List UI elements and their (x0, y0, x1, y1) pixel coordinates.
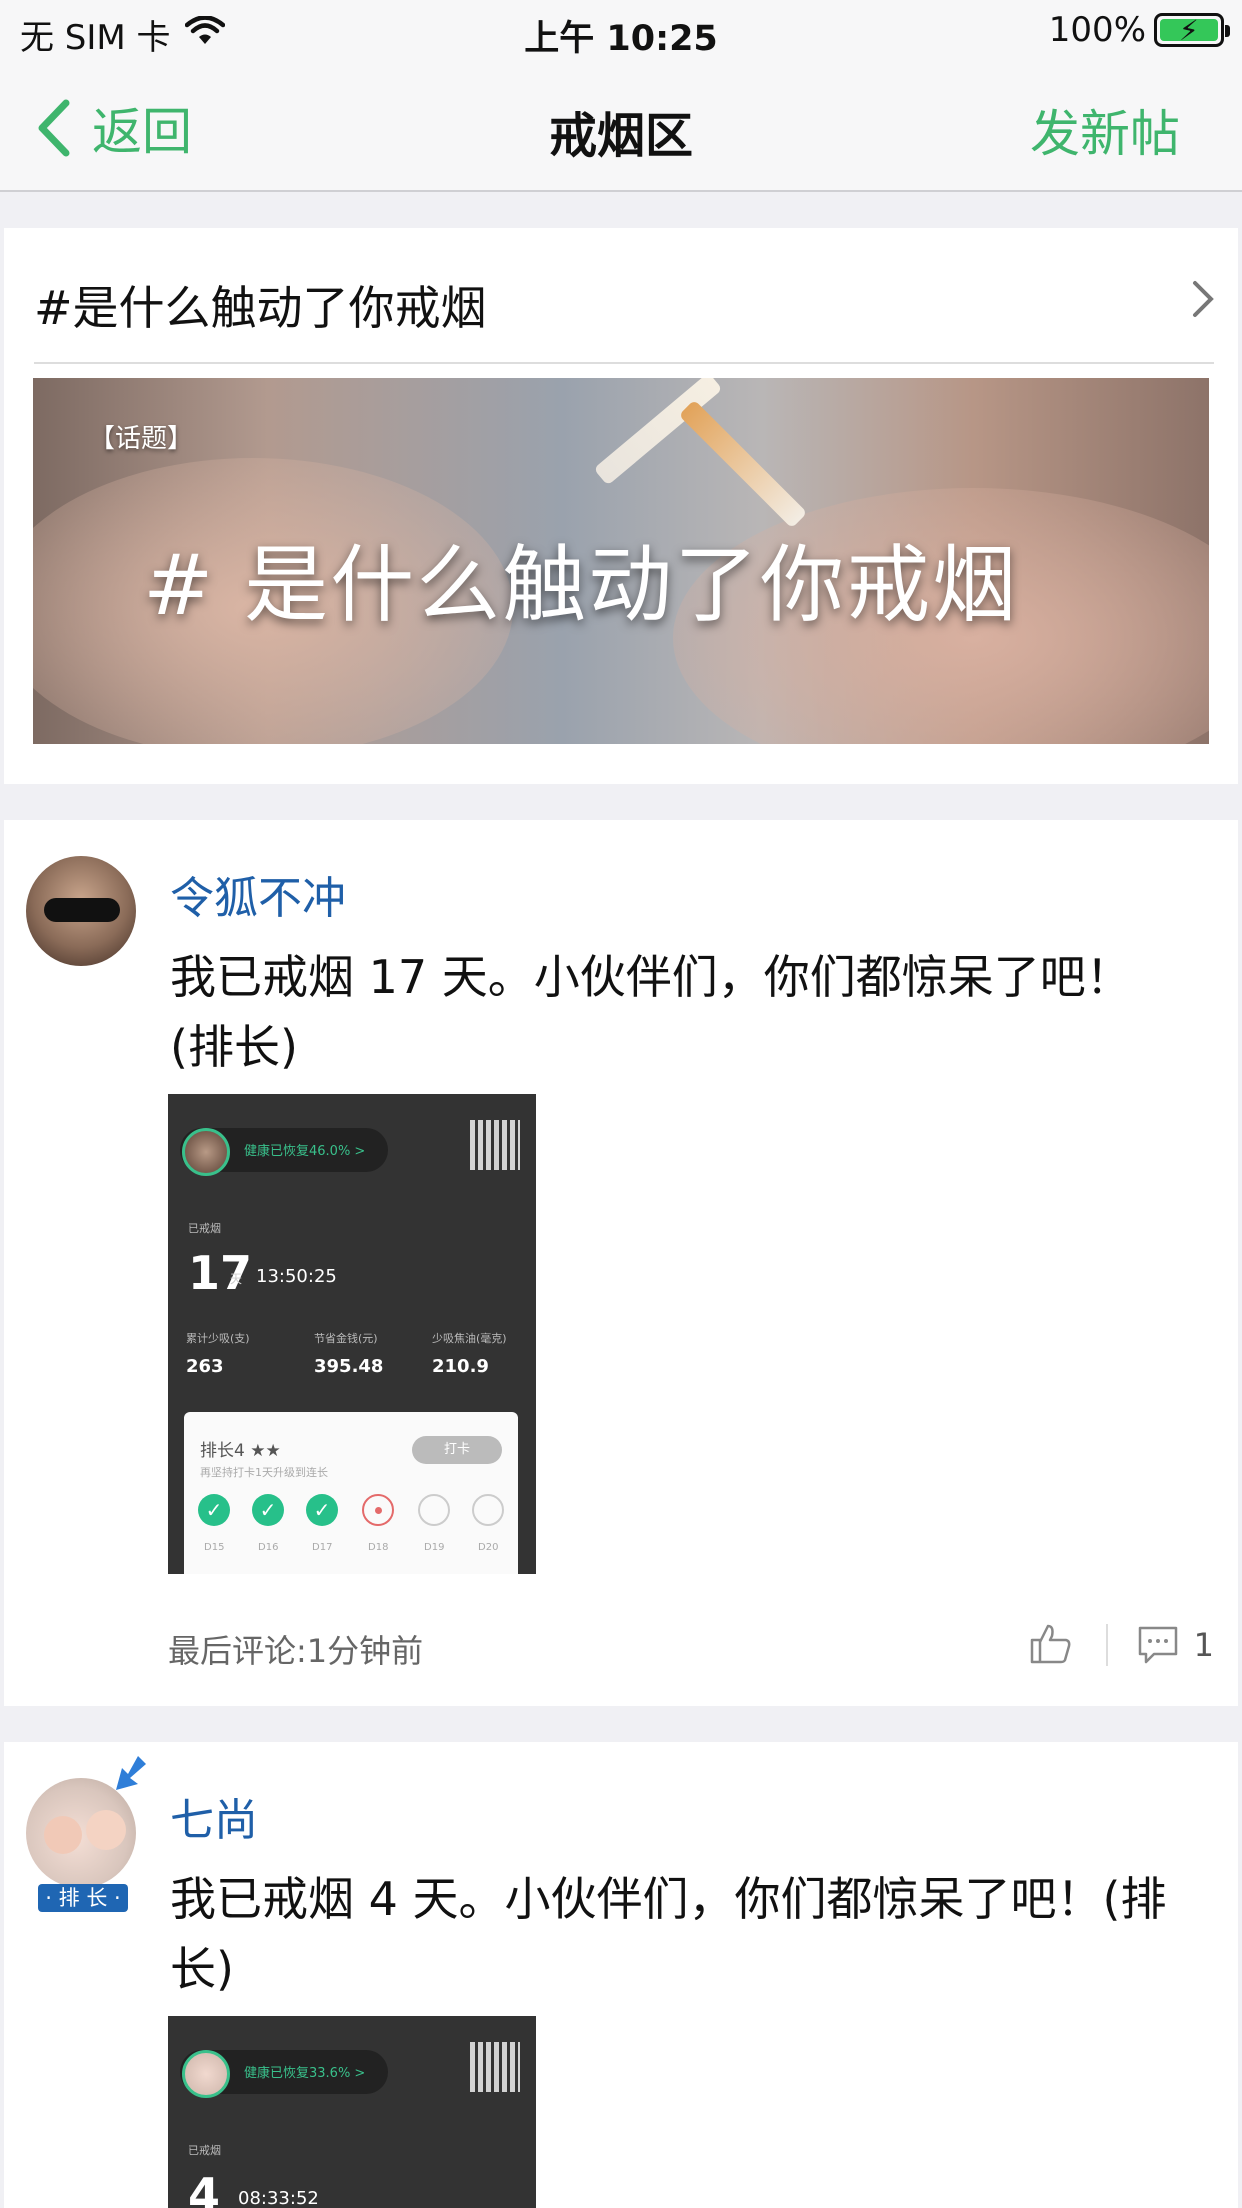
post-content: 我已戒烟 17 天。小伙伴们，你们都惊呆了吧！(排长) (170, 950, 1132, 1074)
comment-icon[interactable] (1136, 1622, 1180, 1666)
last-comment-time: 最后评论:1分钟前 (168, 1632, 424, 1670)
topic-card: #是什么触动了你戒烟 【话题】 # 是什么触动了你戒烟 (4, 228, 1238, 784)
post-author[interactable]: 七尚 (170, 1784, 258, 1848)
banner-tag: 【话题】 (89, 424, 194, 454)
avatar[interactable] (26, 856, 136, 966)
chevron-right-icon (1193, 281, 1214, 317)
post-meta: 最后评论:1分钟前 1 (168, 1620, 1214, 1670)
topic-title: #是什么触动了你戒烟 (34, 281, 487, 335)
banner-headline: # 是什么触动了你戒烟 (143, 536, 1019, 634)
comment-count: 1 (1193, 1626, 1214, 1664)
post-author[interactable]: 令狐不冲 (170, 862, 346, 926)
new-post-button[interactable]: 发新帖 (1030, 94, 1180, 166)
battery-icon: ⚡ (1154, 13, 1230, 47)
battery-percent: 100% (1048, 10, 1146, 50)
avatar (182, 1128, 230, 1176)
topic-banner[interactable]: 【话题】 # 是什么触动了你戒烟 (33, 378, 1209, 744)
post-item[interactable]: 令狐不冲 我已戒烟 17 天。小伙伴们，你们都惊呆了吧！(排长) 健康已恢复46… (4, 820, 1238, 1706)
post-image[interactable]: 健康已恢复46.0% > 已戒烟 17 天 13:50:25 累计少吸(支) 节… (168, 1094, 536, 1574)
post-content: 我已戒烟 4 天。小伙伴们，你们都惊呆了吧！(排长) (170, 1872, 1167, 1996)
post-image[interactable]: 健康已恢复33.6% > 已戒烟 4 08:33:52 (168, 2016, 536, 2208)
qr-code-icon (470, 2042, 520, 2092)
avatar (182, 2050, 230, 2098)
thumbs-up-icon[interactable] (1028, 1620, 1074, 1666)
qr-code-icon (470, 1120, 520, 1170)
rank-flag-icon (116, 1756, 146, 1790)
post-item[interactable]: · 排 长 · 七尚 我已戒烟 4 天。小伙伴们，你们都惊呆了吧！(排长) 健康… (4, 1742, 1238, 2208)
topic-link[interactable]: #是什么触动了你戒烟 (34, 228, 1214, 364)
rank-badge: · 排 长 · (38, 1884, 128, 1912)
nav-bar: 返回 戒烟区 发新帖 (0, 64, 1242, 192)
status-bar: 无 SIM 卡 上午 10:25 100% ⚡ (0, 0, 1242, 64)
